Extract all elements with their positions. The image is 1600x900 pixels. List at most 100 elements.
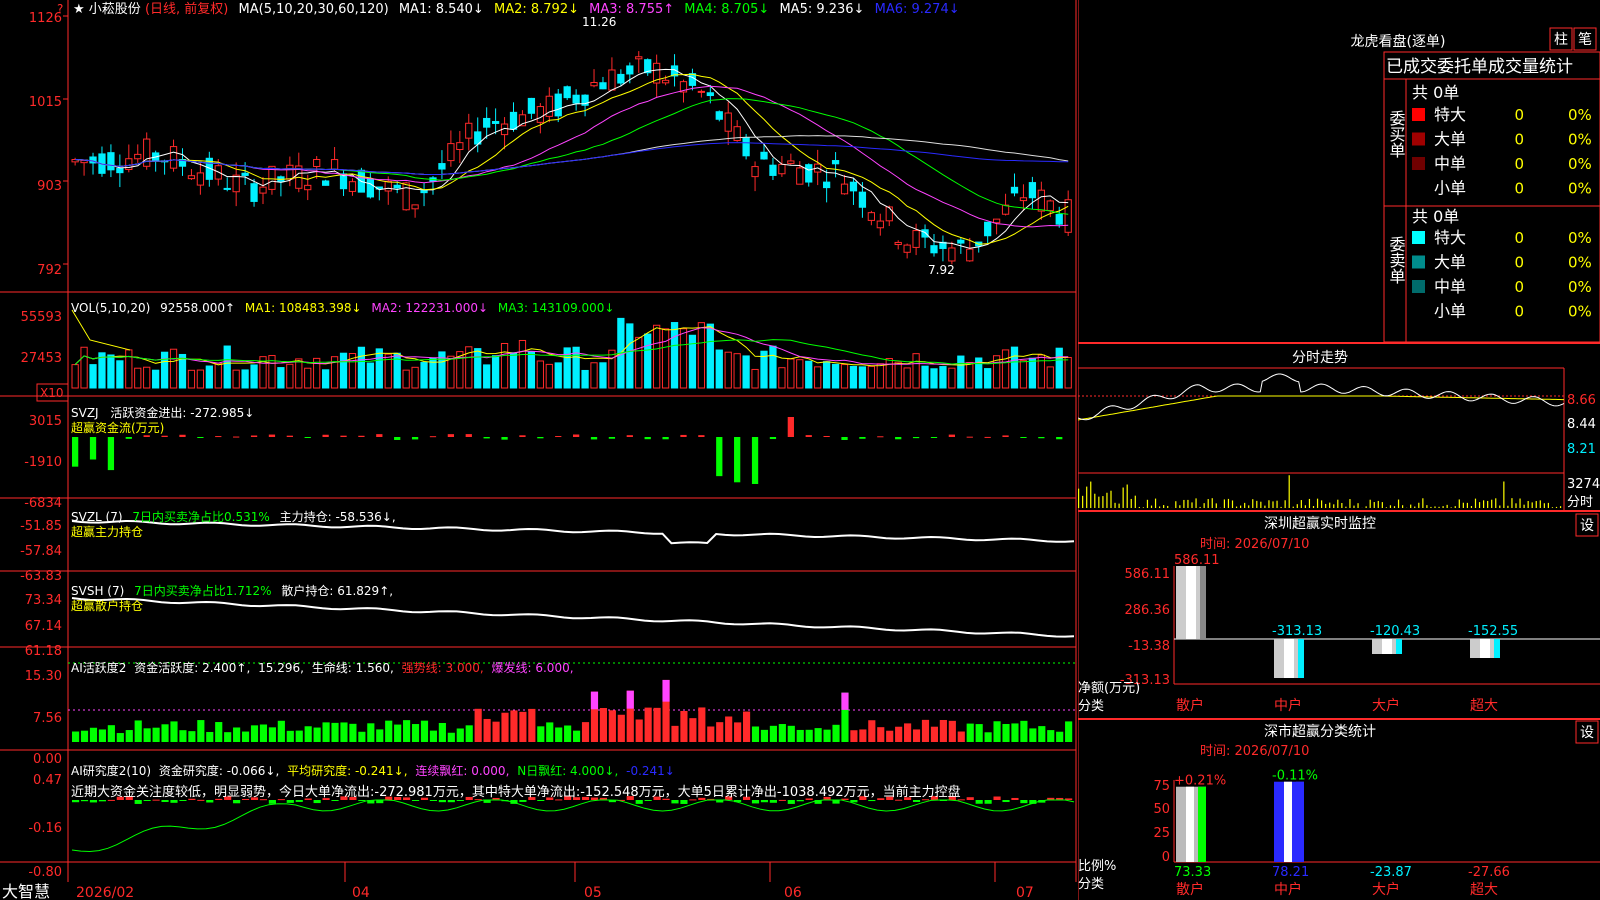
research-bar [519,800,527,802]
intraday-volume-bar [1199,506,1201,508]
fund-flow-bar [286,435,293,437]
activity-bar [993,721,1001,742]
chart-panel[interactable]: ? ★ 小菘股份 (日线, 前复权) MA(5,10,20,30,60,120)… [0,0,1078,900]
order-percent: 0% [1568,303,1592,321]
sc-ratio-bar-edge [1198,786,1206,862]
activity-bar [608,710,616,742]
fund-flow-bar [179,434,186,437]
fund-flow-bar [250,435,258,437]
volume-bar [635,336,643,389]
candle-body [420,190,428,194]
activity-bar [420,720,429,742]
research-bar [966,797,974,800]
intraday-volume-bar [1150,505,1153,508]
intraday-volume-bar [1187,499,1189,508]
svsh-title: SVSH (7) [71,584,124,598]
fund-flow-bar [483,437,490,439]
volume-bar [554,362,562,389]
activity-bar [564,725,572,742]
volume-bar [831,363,840,389]
volume-bar [500,342,509,389]
ai1-title: AI活跃度2 [71,660,126,675]
candle-body [527,97,536,114]
order-count: 0 [1514,131,1524,149]
activity-bar [465,725,473,742]
volume-bar [250,364,258,389]
research-line [71,799,1075,853]
intraday-volume-bar [1478,502,1481,508]
research-bar [197,799,205,801]
candle-body [241,172,249,176]
candle-body [313,158,321,167]
svg-text:笔: 笔 [1578,32,1592,48]
volume-bar [1001,349,1010,389]
fund-flow-bar [143,435,150,437]
activity-bar [573,730,581,742]
sc-tick: 50 [1153,802,1170,817]
order-size-swatch [1412,108,1425,121]
fund-flow-bar [626,435,633,437]
candle-body [733,126,741,142]
svzl-label1: 7日内买卖净占比0.531% [132,509,269,524]
fund-flow-bar [895,437,902,440]
volume-bar [187,369,196,389]
volume-bar [474,348,482,389]
intraday-volume-bar [1422,498,1424,508]
svg-text:SVSH (7) 7日内买卖净占比1.712%: SVSH (7) 7日内买卖净占比1.712% 散户持仓: 61.829↑, [71,583,393,598]
candle-body [187,175,196,180]
moving-average-line [75,85,1069,228]
intraday-volume-bar [1264,505,1266,508]
volume-bar [491,355,500,389]
intraday-volume-bar [1110,490,1112,508]
candle-body [831,160,840,165]
intraday-volume-bar [1466,502,1468,508]
candle-body [107,152,115,171]
candle-body [867,212,875,221]
intraday-volume-bar [1507,505,1509,508]
research-bar [1002,800,1010,803]
activity-bar [98,729,106,742]
fund-flow-bar [268,434,276,437]
svsh-tick: 61.18 [25,644,62,659]
activity-bar [796,729,804,742]
vol-title: VOL(5,10,20) [71,301,150,315]
main-position-line [71,519,1075,545]
sc-title: 深市超赢分类统计 [1264,723,1376,740]
volume-bar [903,367,911,389]
candle-body [661,79,670,84]
activity-bar [644,707,652,742]
date-label: 07 [1016,885,1034,900]
intraday-volume-bar [1098,496,1100,508]
intraday-volume-bar [1491,499,1493,508]
intraday-volume-bar [1414,506,1416,508]
order-size-label: 特大 [1434,228,1466,247]
volume-bar [205,365,213,389]
intraday-volume-bar [1539,500,1541,508]
vol-ma1: MA1: 108483.398↓ [245,301,362,315]
research-bar [80,800,89,802]
ai2-label2: 平均研究度: -0.241↓, [287,763,407,778]
activity-bar [886,730,894,742]
ai1-tick: 7.56 [33,711,62,726]
research-bar [778,799,786,801]
activity-bar [367,723,375,742]
volume-bar [375,348,383,389]
order-size-label: 小单 [1434,302,1466,321]
intraday-volume-bar [1470,505,1473,508]
activity-bar [394,724,402,742]
activity-bar [814,728,822,742]
volume-bar [1046,366,1054,389]
sz-net-bar-edge [1200,566,1206,639]
activity-bar [957,731,965,742]
activity-bar [716,722,724,742]
activity-bar [859,729,867,742]
intraday-volume-bar [1094,493,1096,508]
intraday-volume-bar [1316,498,1319,508]
date-label: 06 [784,885,802,900]
svg-text:SVZL (7) 7日内买卖净占比0.531%: SVZL (7) 7日内买卖净占比0.531% 主力持仓: -58.536↓, [71,509,396,524]
intraday-volume-bar [1227,498,1230,508]
right-panel: 龙虎看盘(逐单) 柱 笔 已成交委托单成交量统计 委买单 委卖单 共 0单 共 … [1078,0,1600,900]
research-bar [796,800,804,802]
fund-flow-bar [877,436,884,438]
activity-bar [224,732,232,742]
